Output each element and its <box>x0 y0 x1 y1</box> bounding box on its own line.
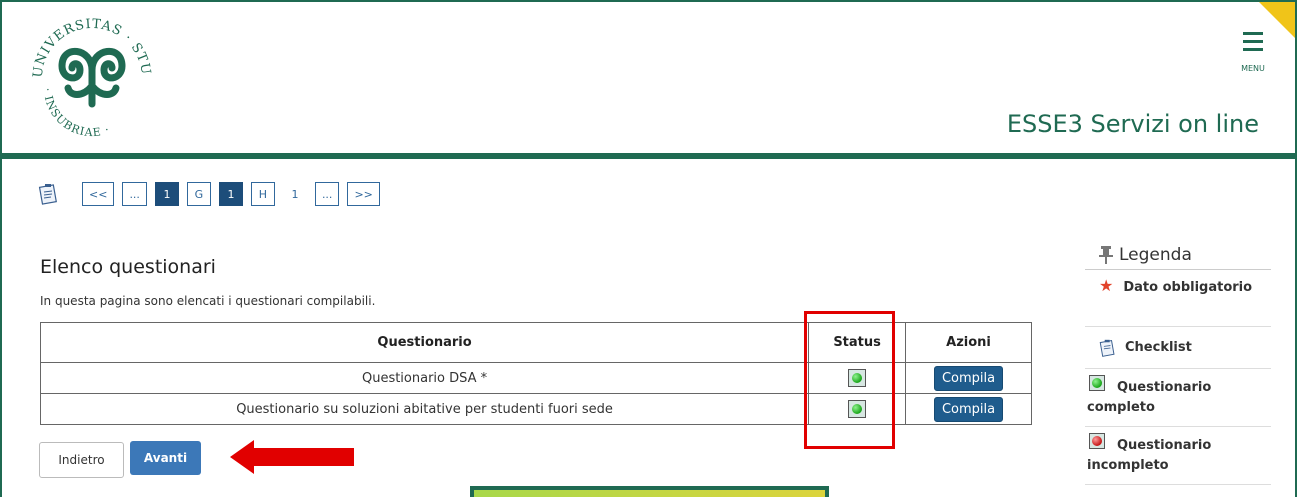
legend-item-incomplete: Questionario incompleto <box>1085 427 1271 485</box>
legend-incomplete-label: Questionario incompleto <box>1087 438 1212 473</box>
legend-title: Legenda <box>1085 240 1271 270</box>
page-intro: In questa pagina sono elencati i questio… <box>40 294 376 308</box>
status-complete-icon <box>848 369 867 387</box>
legend-title-text: Legenda <box>1119 244 1192 265</box>
site-title: ESSE3 Servizi on line <box>1006 110 1259 138</box>
page-title: Elenco questionari <box>40 256 216 278</box>
asterisk-icon: ★ <box>1099 276 1114 295</box>
university-logo: UNIVERSITAS · STUDIORUM · INSUBRIAE · <box>22 8 153 139</box>
svg-text:UNIVERSITAS · STUDIORUM: UNIVERSITAS · STUDIORUM <box>22 8 153 79</box>
questionnaire-name: Questionario DSA * <box>39 362 810 394</box>
legend-complete-label: Questionario completo <box>1087 380 1212 415</box>
back-button[interactable]: Indietro <box>39 442 124 478</box>
pager-step-1-next[interactable]: 1 <box>283 182 307 206</box>
pager-ellipsis-left[interactable]: ... <box>122 182 147 206</box>
highlight-banner <box>470 486 829 497</box>
next-button[interactable]: Avanti <box>130 441 201 475</box>
column-header-azioni: Azioni <box>905 322 1032 363</box>
compila-button[interactable]: Compila <box>933 396 1004 422</box>
pager-step-1-current[interactable]: 1 <box>218 182 243 206</box>
status-complete-icon <box>1089 375 1105 391</box>
red-arrow-icon <box>230 440 354 474</box>
column-header-status: Status <box>808 322 907 363</box>
legend-item-checklist: Checklist <box>1085 327 1271 369</box>
header-divider <box>2 153 1295 159</box>
pager-step-g[interactable]: G <box>186 182 211 206</box>
pager-step-h[interactable]: H <box>250 182 275 206</box>
action-cell: Compila <box>905 362 1032 394</box>
legend-item-complete: Questionario completo <box>1085 369 1271 427</box>
pager-step-1[interactable]: 1 <box>154 182 179 206</box>
table-row: Questionario DSA * Compila <box>39 362 1032 394</box>
questionnaire-name: Questionario su soluzioni abitative per … <box>39 393 810 425</box>
legend-required-label: Dato obbligatorio <box>1123 280 1253 295</box>
legend-checklist-label: Checklist <box>1125 339 1192 355</box>
table-row: Questionario su soluzioni abitative per … <box>39 393 1032 425</box>
pager-ellipsis-right[interactable]: ... <box>314 182 340 206</box>
action-cell: Compila <box>905 393 1032 425</box>
step-pagination: << ... 1 G 1 H 1 ... >> <box>38 182 388 206</box>
legend-item-required: ★ Dato obbligatorio <box>1085 270 1271 327</box>
checklist-icon[interactable] <box>38 183 60 205</box>
pager-last[interactable]: >> <box>347 182 380 206</box>
hamburger-icon-bar <box>1243 48 1263 51</box>
status-incomplete-icon <box>1089 433 1105 449</box>
pin-icon <box>1099 245 1113 264</box>
compila-button[interactable]: Compila <box>933 365 1004 391</box>
status-cell <box>808 393 907 425</box>
legend-panel: Legenda ★ Dato obbligatorio Checklist Que… <box>1085 240 1271 485</box>
menu-label: MENU <box>1241 64 1265 73</box>
page-frame: UNIVERSITAS · STUDIORUM · INSUBRIAE · ME… <box>0 0 1297 497</box>
corner-highlight <box>1259 2 1295 42</box>
column-header-questionario: Questionario <box>39 322 810 363</box>
checklist-icon <box>1099 339 1115 357</box>
status-cell <box>808 362 907 394</box>
header: UNIVERSITAS · STUDIORUM · INSUBRIAE · ME… <box>2 2 1295 159</box>
pager-first[interactable]: << <box>82 182 115 206</box>
status-complete-icon <box>848 400 867 418</box>
questionnaire-table: Questionario Status Azioni Questionario … <box>39 322 1032 425</box>
